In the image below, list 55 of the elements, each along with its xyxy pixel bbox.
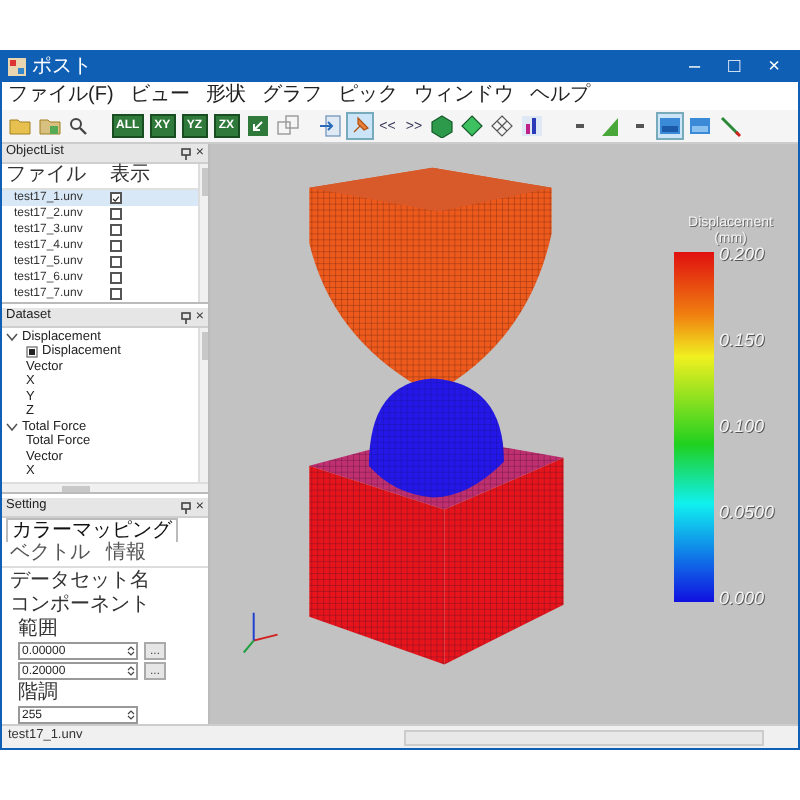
bar-chart-icon[interactable] [520,114,545,138]
menu-item[interactable]: ウィンドウ [413,86,514,106]
expanded-caret-icon[interactable] [6,332,18,343]
visibility-checkbox[interactable] [110,224,122,236]
tab[interactable]: 情報 [102,542,150,566]
menu-item[interactable]: グラフ [261,86,322,106]
app-icon [8,58,26,76]
visibility-checkbox[interactable] [110,240,122,252]
display-mode-icon[interactable] [688,114,713,138]
legend-label: 0.100 [718,418,766,436]
spin-arrows-icon[interactable] [126,664,136,678]
tab[interactable]: カラーマッピング [6,518,178,542]
pen-icon[interactable] [718,114,743,138]
menu-item[interactable]: 形状 [205,86,246,106]
field-label: 階調 [16,682,60,704]
import-icon[interactable] [317,114,342,138]
scrollbar[interactable] [2,482,208,492]
window-title: ポスト [32,57,92,77]
expanded-caret-icon[interactable] [6,422,18,433]
visibility-checkbox[interactable] [110,208,122,220]
maximize-button[interactable]: □ [728,57,741,77]
tab[interactable]: ベクトル [6,542,94,566]
field-label: コンポーネント [10,594,152,616]
pin-icon[interactable] [179,147,192,159]
axis-triad-icon [242,611,279,654]
visibility-checkbox[interactable] [110,272,122,284]
pin-icon[interactable] [347,114,372,138]
grid-icon[interactable] [490,114,515,138]
visibility-checkbox[interactable] [110,288,122,300]
spin-arrows-icon[interactable] [126,708,136,722]
menu-item[interactable]: ファイル(F) [8,86,114,106]
column-header[interactable]: 表示 [110,166,150,186]
scrollbar[interactable] [198,328,208,482]
magnifier-icon[interactable] [68,114,92,138]
field-label: 範囲 [16,618,60,640]
pin-icon[interactable] [179,311,192,323]
menu-item[interactable]: ヘルプ [529,86,590,106]
field-label: データセット名 [10,570,152,592]
display-mode-icon[interactable] [658,114,683,138]
legend-label: 0.150 [718,332,766,350]
pin-icon[interactable] [179,501,192,513]
arrow-box-icon[interactable] [245,114,270,138]
check-icon [112,193,120,203]
column-header[interactable]: ファイル [2,166,110,186]
legend-label: 0.0500 [718,504,774,522]
menu-item[interactable]: ピック [337,86,398,106]
spin-arrows-icon[interactable] [126,644,136,658]
scrollbar[interactable] [198,164,208,302]
close-button[interactable]: × [768,57,780,77]
visibility-checkbox[interactable] [110,256,122,268]
visibility-checkbox[interactable] [110,192,122,204]
minimize-button[interactable]: – [689,57,701,77]
legend-label: 0.200 [718,246,766,264]
menu-item[interactable]: ビュー [129,86,190,106]
legend-label: 0.000 [718,590,766,608]
